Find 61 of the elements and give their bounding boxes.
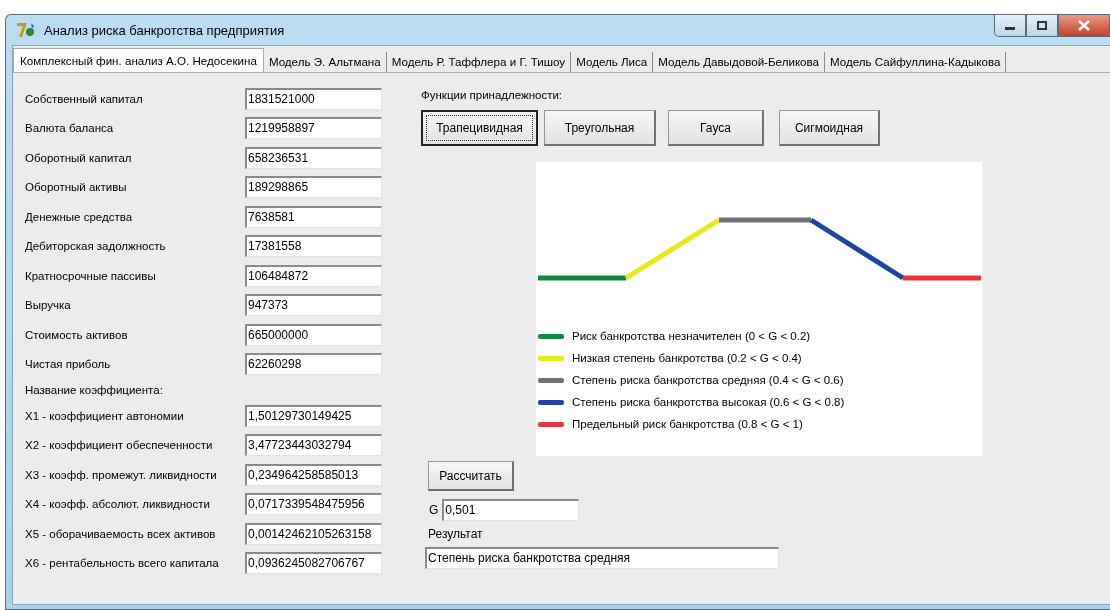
input-field[interactable]: 17381558 [245,235,382,258]
input-field[interactable]: 0,234964258585013 [245,463,382,486]
input-field[interactable]: 7638581 [245,205,382,228]
function-button[interactable]: Сигмоидная [779,110,880,146]
field-label: Денежные средства [25,210,134,223]
input-field[interactable]: 0,0717339548475956 [245,493,382,516]
field-label: G [429,503,439,517]
tab[interactable]: Модель Сайфуллина-Кадыкова [825,52,1007,72]
input-field[interactable]: 1219958897 [245,117,382,140]
section-heading: Функции принадлежности: [421,89,563,101]
tab[interactable]: Модель Давыдовой-Беликова [653,52,826,72]
tab[interactable]: Комплексный фин. анализ А.О. Недосекина [13,48,264,72]
calculate-button[interactable]: Рассчитать [428,461,514,491]
input-field[interactable]: 947373 [245,294,382,317]
field-label: X2 - коэффициент обеспеченности [25,439,214,452]
app-icon [16,21,36,39]
legend-label: Низкая степень банкротства (0.2 < G < 0.4) [572,352,802,364]
field-label: Выручка [25,299,72,312]
function-button[interactable]: Гауса [668,110,764,146]
field-label: Чистая приболь [25,358,112,371]
window-title: Анализ риска банкротства предприятия [44,22,286,38]
input-field[interactable]: 62260298 [245,353,382,376]
close-icon [1078,20,1090,31]
input-field[interactable]: 665000000 [245,323,382,346]
minimize-button[interactable] [994,15,1026,37]
close-button[interactable] [1058,15,1110,37]
field-label: Кратносрочные пассивы [25,269,157,282]
input-field[interactable]: 3,47723443032794 [245,434,382,457]
field-label: X4 - коэфф. абсолют. ликвидности [25,498,211,511]
legend-label: Степень риска банкротства высокая (0.6 < G < 0.8) [572,396,845,408]
result-field[interactable]: Степень риска банкротства средняя [425,547,779,569]
input-field[interactable]: 106484872 [245,264,382,287]
input-field[interactable]: 0,0936245082706767 [245,552,382,575]
input-field[interactable]: 1,50129730149425 [245,404,382,427]
tab[interactable]: Модель Р. Таффлера и Г. Тишоу [386,52,572,72]
input-field[interactable]: 0,501 [442,499,580,521]
legend-label: Предельный риск банкротства (0.8 < G < 1) [572,418,803,430]
input-field[interactable]: 189298865 [245,176,382,199]
legend-label: Степень риска банкротства средняя (0.4 < G < 0.6) [572,374,844,386]
function-button[interactable]: Трапецивидная [421,110,538,146]
field-label: Собственный капитал [25,92,144,105]
maximize-icon [1037,21,1047,30]
field-label: Оборотный капитал [25,151,133,164]
input-field[interactable]: 0,00142462105263158 [245,522,382,545]
legend-label: Риск банкротства незначителен (0 < G < 0.2) [572,330,811,342]
maximize-button[interactable] [1026,15,1058,37]
input-field[interactable]: 1831521000 [245,87,382,110]
field-label: Дебиторская задолжность [25,240,167,253]
field-label: Стоимость активов [25,328,129,341]
input-field[interactable]: 658236531 [245,146,382,169]
tab[interactable]: Модель Лиса [571,52,654,72]
field-label: X3 - коэфф. промежут. ликвидности [25,468,218,481]
field-label: X5 - оборачиваемость всех активов [25,527,217,540]
function-button[interactable]: Треугольная [544,110,656,146]
tab[interactable]: Модель Э. Альтмана [263,52,387,72]
field-label: X1 - коэффициент автономии [25,409,185,422]
field-label: Оборотный активы [25,181,128,194]
field-label: X6 - рентабельность всего капитала [25,557,220,570]
field-label: Результат [428,527,484,543]
field-label: Валюта баланса [25,122,115,135]
section-heading: Название коэффициента: [25,384,163,396]
